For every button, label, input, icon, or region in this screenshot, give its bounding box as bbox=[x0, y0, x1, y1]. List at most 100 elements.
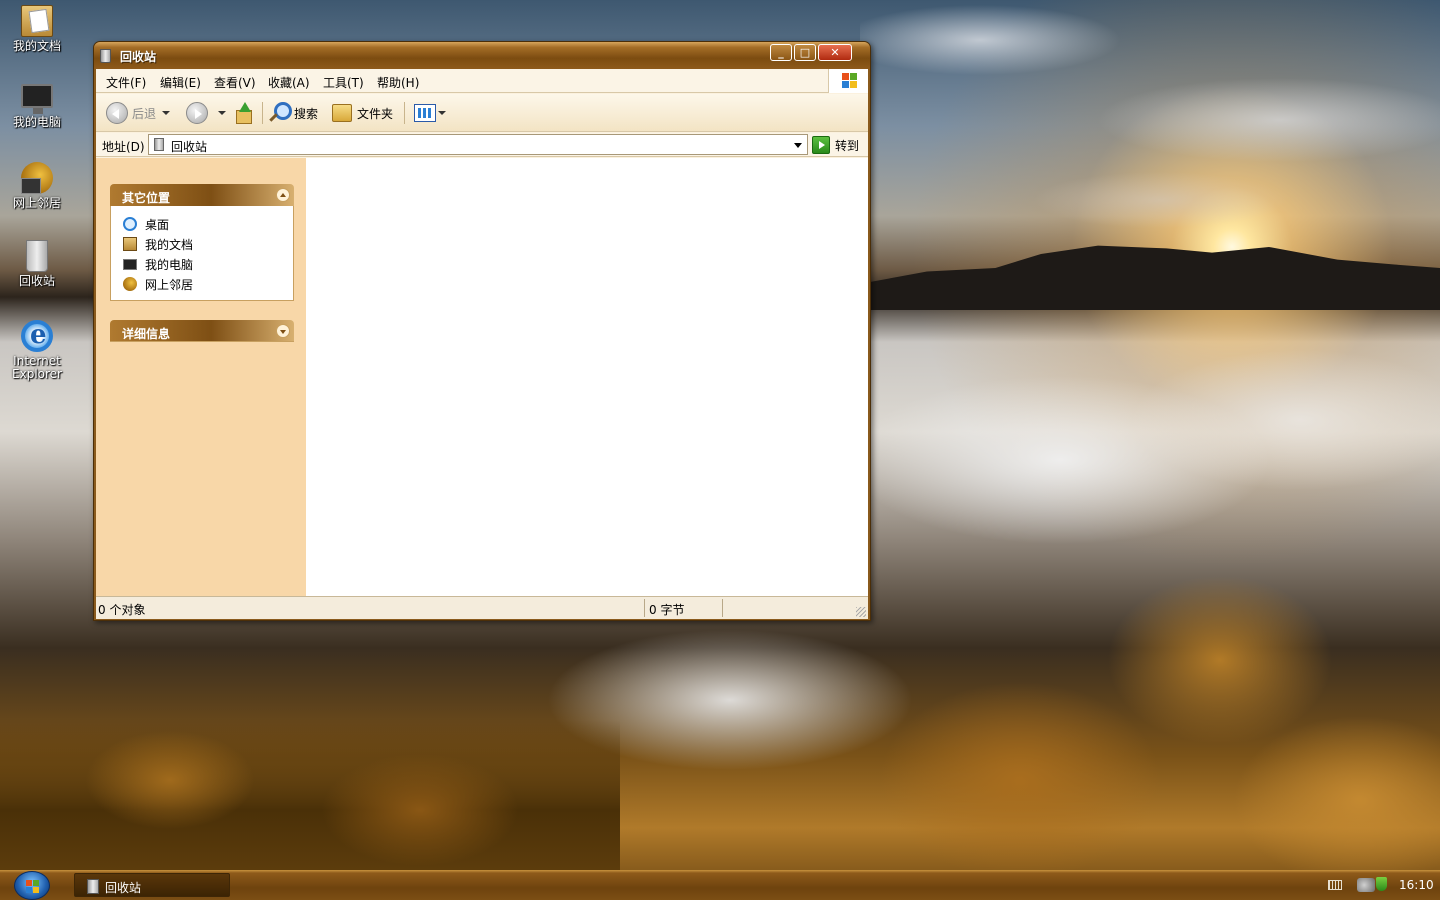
wallpaper-trees-right bbox=[880, 520, 1440, 870]
toolbar-separator bbox=[404, 102, 405, 124]
internet-explorer-icon bbox=[21, 320, 53, 352]
other-places-header[interactable]: 其它位置 bbox=[110, 184, 294, 206]
folder-icon bbox=[332, 104, 352, 122]
network-places-icon bbox=[21, 162, 53, 194]
forward-dropdown-icon[interactable] bbox=[218, 111, 226, 115]
forward-button[interactable] bbox=[186, 100, 226, 126]
network-places-icon bbox=[123, 277, 137, 291]
menu-bar: 文件(F) 编辑(E) 查看(V) 收藏(A) 工具(T) 帮助(H) bbox=[96, 69, 868, 93]
folders-label: 文件夹 bbox=[357, 106, 394, 121]
file-list-area[interactable] bbox=[306, 158, 868, 596]
status-divider bbox=[722, 599, 723, 617]
desktop-icon bbox=[123, 217, 137, 231]
details-title: 详细信息 bbox=[122, 327, 171, 341]
status-size: 0 字节 bbox=[649, 603, 685, 617]
details-panel: 详细信息 bbox=[110, 320, 294, 342]
address-input[interactable]: 回收站 bbox=[148, 134, 808, 155]
wallpaper-clouds bbox=[860, 0, 1440, 250]
my-documents-icon bbox=[123, 237, 137, 251]
taskbar: 回收站 16:10 bbox=[0, 870, 1440, 900]
menu-tools[interactable]: 工具(T) bbox=[323, 74, 364, 91]
desktop-icon-label: 网上邻居 bbox=[12, 196, 61, 210]
place-label: 桌面 bbox=[145, 217, 170, 232]
up-folder-button[interactable] bbox=[234, 100, 254, 126]
place-link-my-documents[interactable]: 我的文档 bbox=[123, 234, 293, 254]
address-bar: 地址(D) 回收站 转到 bbox=[96, 133, 868, 157]
other-places-title: 其它位置 bbox=[122, 191, 171, 205]
details-header[interactable]: 详细信息 bbox=[110, 320, 294, 342]
back-button[interactable]: 后退 bbox=[106, 100, 171, 126]
place-label: 网上邻居 bbox=[145, 277, 194, 292]
views-button[interactable] bbox=[414, 100, 446, 126]
desktop-icon-my-documents[interactable]: 我的文档 bbox=[6, 5, 68, 53]
desktop-icon-label: Internet Explorer bbox=[12, 354, 62, 381]
place-link-my-computer[interactable]: 我的电脑 bbox=[123, 254, 293, 274]
recycle-bin-icon bbox=[26, 240, 48, 272]
search-icon bbox=[268, 102, 292, 124]
toolbar-separator bbox=[262, 102, 263, 124]
desktop-icon-recycle-bin[interactable]: 回收站 bbox=[6, 240, 68, 288]
toolbar: 后退 搜索 文件夹 bbox=[96, 94, 868, 132]
go-label: 转到 bbox=[835, 138, 860, 153]
address-label: 地址(D) bbox=[102, 140, 145, 154]
my-documents-icon bbox=[21, 5, 53, 37]
close-button[interactable]: ✕ bbox=[818, 44, 852, 61]
other-places-list: 桌面 我的文档 我的电脑 网上邻居 bbox=[110, 206, 294, 301]
my-computer-icon bbox=[21, 84, 53, 114]
maximize-button[interactable]: □ bbox=[794, 44, 816, 61]
place-label: 我的电脑 bbox=[145, 257, 194, 272]
other-places-panel: 其它位置 桌面 我的文档 我的电脑 网上邻居 bbox=[110, 184, 294, 301]
go-button[interactable]: 转到 bbox=[812, 135, 859, 155]
window-titlebar[interactable]: 回收站 _ □ ✕ bbox=[94, 42, 870, 69]
expand-chevron-icon[interactable] bbox=[276, 324, 290, 338]
menu-view[interactable]: 查看(V) bbox=[214, 74, 256, 91]
address-dropdown-icon[interactable] bbox=[790, 135, 807, 154]
network-tray-icon[interactable] bbox=[1357, 878, 1375, 892]
task-pane: 其它位置 桌面 我的文档 我的电脑 网上邻居 详细信息 bbox=[96, 158, 306, 596]
recycle-bin-icon bbox=[100, 49, 111, 63]
taskbar-item-label: 回收站 bbox=[105, 881, 142, 895]
place-link-desktop[interactable]: 桌面 bbox=[123, 214, 293, 234]
desktop-icon-label: 我的电脑 bbox=[12, 115, 61, 129]
status-bar: 0 个对象 0 字节 bbox=[96, 596, 868, 619]
search-button[interactable]: 搜索 bbox=[268, 100, 318, 126]
desktop-icon-label: 我的文档 bbox=[12, 39, 61, 53]
desktop-icon-label: 回收站 bbox=[18, 274, 55, 288]
desktop-icon-network-places[interactable]: 网上邻居 bbox=[6, 162, 68, 210]
windows-logo-icon bbox=[828, 69, 868, 93]
back-dropdown-icon[interactable] bbox=[162, 111, 171, 115]
desktop-icon-internet-explorer[interactable]: Internet Explorer bbox=[6, 320, 68, 381]
my-computer-icon bbox=[123, 258, 137, 270]
menu-help[interactable]: 帮助(H) bbox=[377, 74, 419, 91]
window-body: 文件(F) 编辑(E) 查看(V) 收藏(A) 工具(T) 帮助(H) 后退 搜… bbox=[96, 69, 868, 619]
menu-file[interactable]: 文件(F) bbox=[106, 74, 146, 91]
views-icon bbox=[414, 104, 436, 122]
keyboard-icon[interactable] bbox=[1328, 880, 1342, 890]
up-folder-icon bbox=[234, 102, 254, 124]
search-label: 搜索 bbox=[294, 106, 319, 121]
menu-edit[interactable]: 编辑(E) bbox=[160, 74, 201, 91]
security-shield-icon[interactable] bbox=[1376, 877, 1387, 891]
place-label: 我的文档 bbox=[145, 237, 194, 252]
views-dropdown-icon bbox=[438, 111, 446, 115]
taskbar-item-recycle-bin[interactable]: 回收站 bbox=[74, 873, 230, 897]
back-arrow-icon bbox=[106, 102, 128, 124]
recycle-bin-window: 回收站 _ □ ✕ 文件(F) 编辑(E) 查看(V) 收藏(A) 工具(T) … bbox=[93, 41, 871, 621]
forward-arrow-icon bbox=[186, 102, 208, 124]
wallpaper-trees-left bbox=[0, 720, 620, 870]
minimize-button[interactable]: _ bbox=[770, 44, 792, 61]
menu-favorites[interactable]: 收藏(A) bbox=[268, 74, 310, 91]
window-title: 回收站 bbox=[120, 50, 157, 64]
status-divider bbox=[644, 599, 645, 617]
resize-grip[interactable] bbox=[856, 607, 866, 617]
collapse-chevron-icon[interactable] bbox=[276, 188, 290, 202]
start-button[interactable] bbox=[14, 871, 50, 900]
desktop-icon-my-computer[interactable]: 我的电脑 bbox=[6, 84, 68, 129]
recycle-bin-icon bbox=[154, 138, 164, 151]
folders-button[interactable]: 文件夹 bbox=[332, 100, 393, 126]
status-object-count: 0 个对象 bbox=[98, 603, 146, 617]
go-arrow-icon bbox=[812, 136, 830, 154]
place-link-network-places[interactable]: 网上邻居 bbox=[123, 274, 293, 294]
address-value: 回收站 bbox=[171, 140, 208, 154]
taskbar-clock[interactable]: 16:10 bbox=[1399, 878, 1434, 892]
